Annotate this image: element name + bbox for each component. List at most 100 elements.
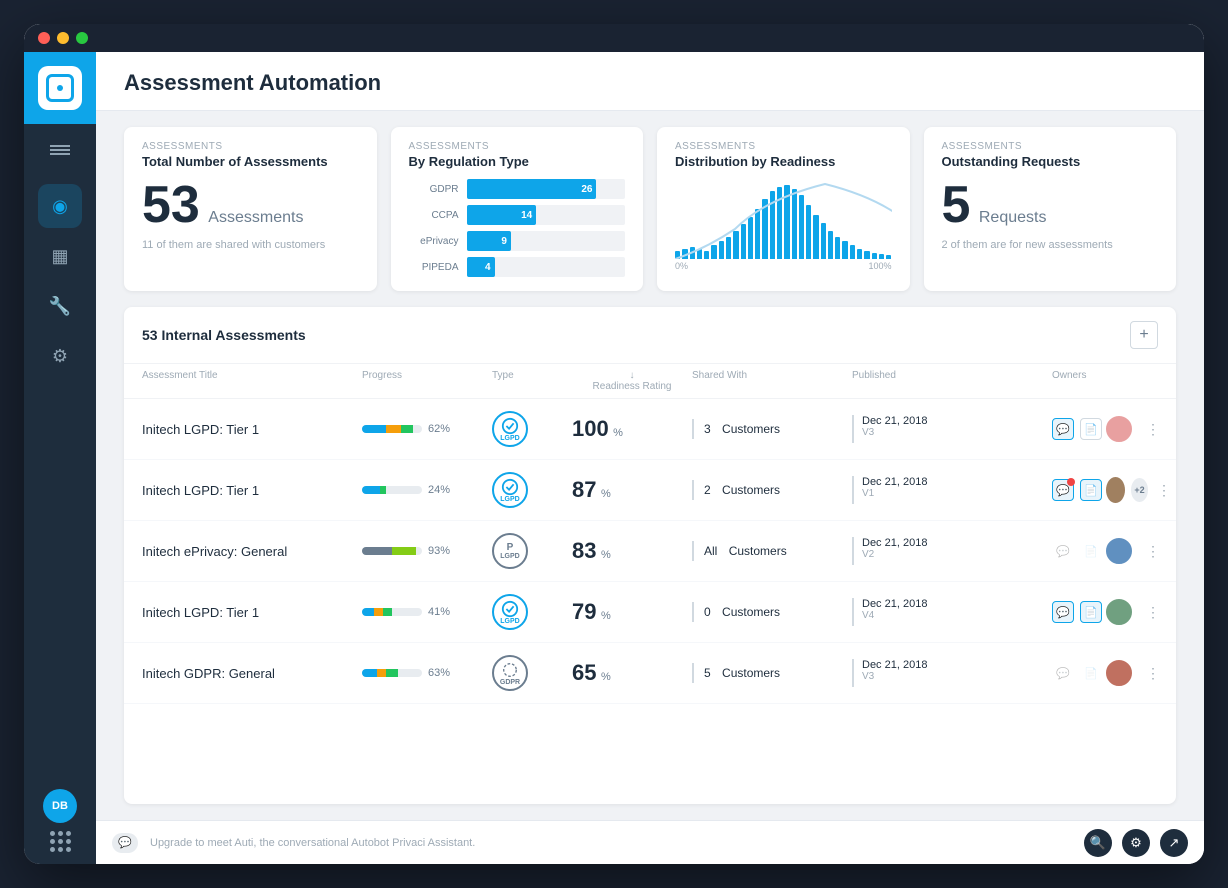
analytics-icon: ▦: [51, 246, 68, 267]
sidebar-item-settings[interactable]: ⚙: [38, 334, 82, 378]
action-icons: 💬 📄: [1052, 540, 1102, 562]
minimize-dot[interactable]: [57, 32, 69, 44]
dist-bar: [879, 254, 884, 259]
shared-cell: 3 Customers: [692, 419, 852, 439]
add-assessment-button[interactable]: +: [1130, 321, 1158, 349]
doc-icon-empty: 📄: [1080, 662, 1102, 684]
dist-chart: [675, 179, 892, 259]
doc-icon-empty: 📄: [1080, 540, 1102, 562]
shared-divider: [692, 541, 694, 561]
maximize-dot[interactable]: [76, 32, 88, 44]
published-version: V3: [862, 427, 927, 438]
table-header: 53 Internal Assessments +: [124, 307, 1176, 364]
total-sub: 11 of them are shared with customers: [142, 239, 359, 251]
progress-segment: [386, 425, 401, 433]
dist-bar: [741, 224, 746, 259]
search-bottom-button[interactable]: 🔍: [1084, 829, 1112, 857]
published-divider: [852, 415, 854, 443]
readiness-value: 87: [572, 477, 596, 502]
app-window: ◉ ▦ 🔧 ⚙ DB: [24, 24, 1204, 864]
filter-bottom-button[interactable]: ⚙: [1122, 829, 1150, 857]
shared-count: 2: [704, 483, 711, 497]
stat-card-outstanding: Assessments Outstanding Requests 5 Reque…: [924, 127, 1177, 291]
row-more-button[interactable]: ⋮: [1142, 418, 1164, 440]
type-badge: LGPD: [492, 594, 528, 630]
stat-card-total: Assessments Total Number of Assessments …: [124, 127, 377, 291]
shared-cell: 2 Customers: [692, 480, 852, 500]
expand-bottom-button[interactable]: ↗: [1160, 829, 1188, 857]
readiness-unit: %: [601, 610, 611, 622]
chat-icon-empty: 💬: [1052, 540, 1074, 562]
bar-fill: 14: [467, 205, 537, 225]
progress-pct: 24%: [428, 484, 450, 496]
owners-cell: 💬 📄 +2 ⋮: [1052, 475, 1172, 505]
readiness-value: 100: [572, 416, 609, 441]
doc-icon[interactable]: 📄: [1080, 601, 1102, 623]
bar-value: 26: [581, 184, 592, 195]
main-content: Assessment Automation Assessments Total …: [96, 52, 1204, 864]
tools-icon: 🔧: [49, 296, 71, 317]
bar-label: ePrivacy: [409, 236, 459, 247]
stat-card-bytype: Assessments By Regulation Type GDPR 26 C…: [391, 127, 644, 291]
row-more-button[interactable]: ⋮: [1142, 601, 1164, 623]
progress-segment: [401, 425, 413, 433]
action-icons: 💬 📄: [1052, 662, 1102, 684]
progress-bar: [362, 608, 422, 616]
owners-cell: 💬 📄 ⋮: [1052, 414, 1172, 444]
shared-count: All: [704, 544, 717, 558]
published-cell: Dec 21, 2018 V4: [852, 598, 1052, 626]
apps-grid-button[interactable]: [50, 831, 71, 852]
chat-icon[interactable]: 💬: [1052, 418, 1074, 440]
shared-label: Customers: [722, 605, 780, 619]
progress-pct: 62%: [428, 423, 450, 435]
progress-bar: [362, 425, 422, 433]
col-shared-with: Shared With: [692, 370, 852, 392]
published-divider: [852, 476, 854, 504]
chat-icon-empty: 💬: [1052, 662, 1074, 684]
progress-segment: [380, 486, 386, 494]
published-version: V1: [862, 488, 927, 499]
chat-icon[interactable]: 💬: [1052, 479, 1074, 501]
total-unit: Assessments: [208, 209, 303, 226]
sidebar-bottom: DB: [43, 789, 77, 864]
doc-icon[interactable]: 📄: [1080, 418, 1102, 440]
shared-label: Customers: [722, 666, 780, 680]
sidebar: ◉ ▦ 🔧 ⚙ DB: [24, 52, 96, 864]
logo-inner: [38, 66, 82, 110]
sidebar-item-dashboard[interactable]: ◉: [38, 184, 82, 228]
total-card-title: Total Number of Assessments: [142, 154, 359, 169]
dist-bar: [821, 223, 826, 259]
doc-icon[interactable]: 📄: [1080, 479, 1102, 501]
progress-bar: [362, 547, 422, 555]
bar-fill: 4: [467, 257, 495, 277]
bottom-actions: 🔍 ⚙ ↗: [1084, 829, 1188, 857]
chat-icon[interactable]: 💬: [1052, 601, 1074, 623]
row-assessment-title: Initech LGPD: Tier 1: [142, 483, 362, 498]
page-header: Assessment Automation: [96, 52, 1204, 111]
dist-bar: [770, 191, 775, 259]
row-more-button[interactable]: ⋮: [1156, 479, 1172, 501]
readiness-value: 83: [572, 538, 596, 563]
bar-value: 14: [521, 210, 532, 221]
bar-row-eprivacy: ePrivacy 9: [409, 231, 626, 251]
type-badge: P LGPD: [492, 533, 528, 569]
dist-bar: [872, 253, 877, 259]
sidebar-menu-button[interactable]: [24, 128, 96, 172]
progress-pct: 93%: [428, 545, 450, 557]
close-dot[interactable]: [38, 32, 50, 44]
bar-label: CCPA: [409, 210, 459, 221]
published-divider: [852, 598, 854, 626]
table-row: Initech LGPD: Tier 1 41% LGPD 79 % 0 Cus…: [124, 582, 1176, 643]
sidebar-item-tools[interactable]: 🔧: [38, 284, 82, 328]
progress-segment: [362, 486, 380, 494]
published-cell: Dec 21, 2018 V3: [852, 415, 1052, 443]
row-more-button[interactable]: ⋮: [1142, 662, 1164, 684]
row-more-button[interactable]: ⋮: [1142, 540, 1164, 562]
shared-cell: 5 Customers: [692, 663, 852, 683]
col-readiness: ↓ Readiness Rating: [572, 370, 692, 392]
readiness-unit: %: [601, 549, 611, 561]
user-avatar[interactable]: DB: [43, 789, 77, 823]
dashboard-icon: ◉: [52, 196, 68, 217]
sidebar-item-analytics[interactable]: ▦: [38, 234, 82, 278]
progress-cell: 63%: [362, 667, 492, 679]
